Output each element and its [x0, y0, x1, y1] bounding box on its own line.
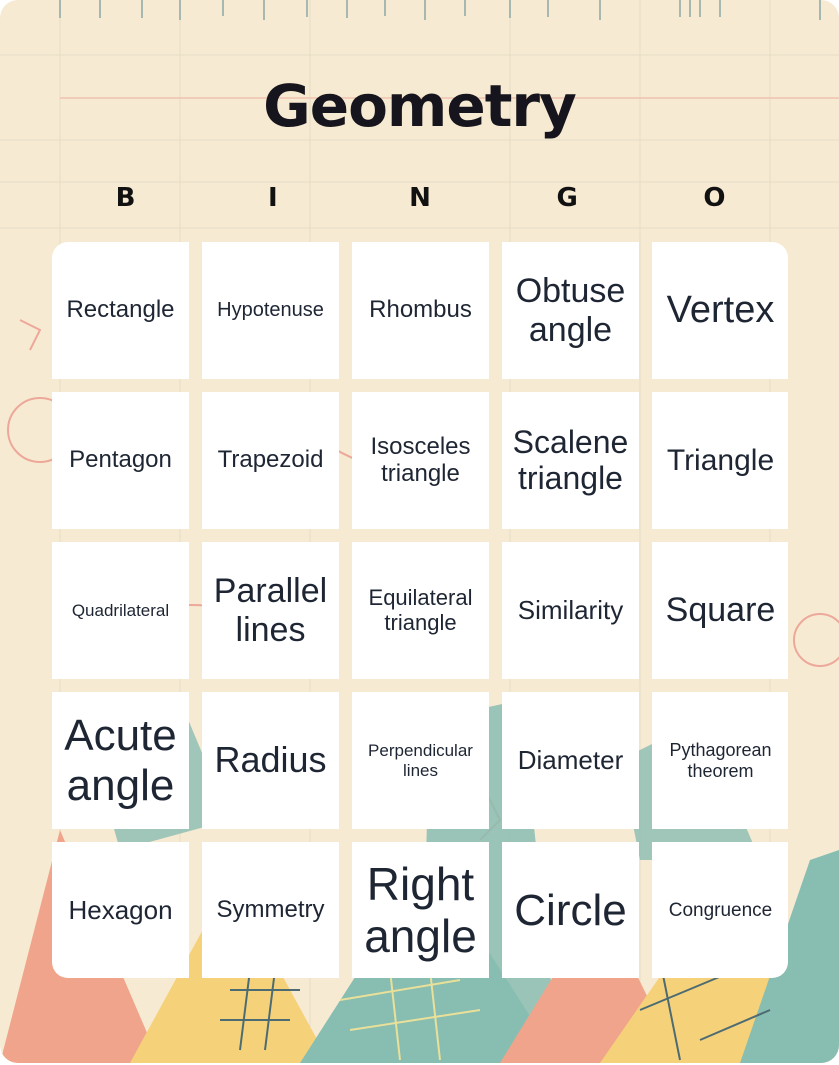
bingo-cell[interactable]: Isosceles triangle: [352, 392, 489, 529]
bingo-cell[interactable]: Quadrilateral: [52, 542, 189, 679]
bingo-cell[interactable]: Equilateral triangle: [352, 542, 489, 679]
bingo-cell[interactable]: Diameter: [502, 692, 639, 829]
bingo-cell[interactable]: Parallel lines: [202, 542, 339, 679]
bingo-cell[interactable]: Pentagon: [52, 392, 189, 529]
bingo-cell[interactable]: Right angle: [352, 842, 489, 978]
bingo-cell[interactable]: Acute angle: [52, 692, 189, 829]
header-letter-n: N: [409, 183, 431, 213]
bingo-cell[interactable]: Trapezoid: [202, 392, 339, 529]
header-letter-g: G: [556, 183, 578, 213]
bingo-cell[interactable]: Similarity: [502, 542, 639, 679]
bingo-header: B I N G O: [52, 183, 788, 213]
bingo-cell[interactable]: Rectangle: [52, 242, 189, 379]
bingo-cell[interactable]: Symmetry: [202, 842, 339, 978]
bingo-card: Geometry B I N G O Rectangle Hypotenuse …: [0, 0, 839, 1063]
bingo-cell[interactable]: Scalene triangle: [502, 392, 639, 529]
bingo-cell[interactable]: Congruence: [652, 842, 788, 978]
header-letter-b: B: [115, 183, 136, 213]
bingo-grid: Rectangle Hypotenuse Rhombus Obtuse angl…: [52, 242, 788, 978]
bingo-cell[interactable]: Triangle: [652, 392, 788, 529]
bingo-cell[interactable]: Hypotenuse: [202, 242, 339, 379]
bingo-cell[interactable]: Obtuse angle: [502, 242, 639, 379]
bingo-cell[interactable]: Circle: [502, 842, 639, 978]
bingo-cell[interactable]: Square: [652, 542, 788, 679]
bingo-cell[interactable]: Pythagorean theorem: [652, 692, 788, 829]
bingo-cell[interactable]: Vertex: [652, 242, 788, 379]
bingo-cell[interactable]: Hexagon: [52, 842, 189, 978]
header-letter-i: I: [267, 183, 278, 213]
header-letter-o: O: [703, 183, 726, 213]
bingo-cell[interactable]: Radius: [202, 692, 339, 829]
bingo-cell[interactable]: Rhombus: [352, 242, 489, 379]
card-title: Geometry: [263, 72, 577, 140]
bingo-cell[interactable]: Perpendicular lines: [352, 692, 489, 829]
